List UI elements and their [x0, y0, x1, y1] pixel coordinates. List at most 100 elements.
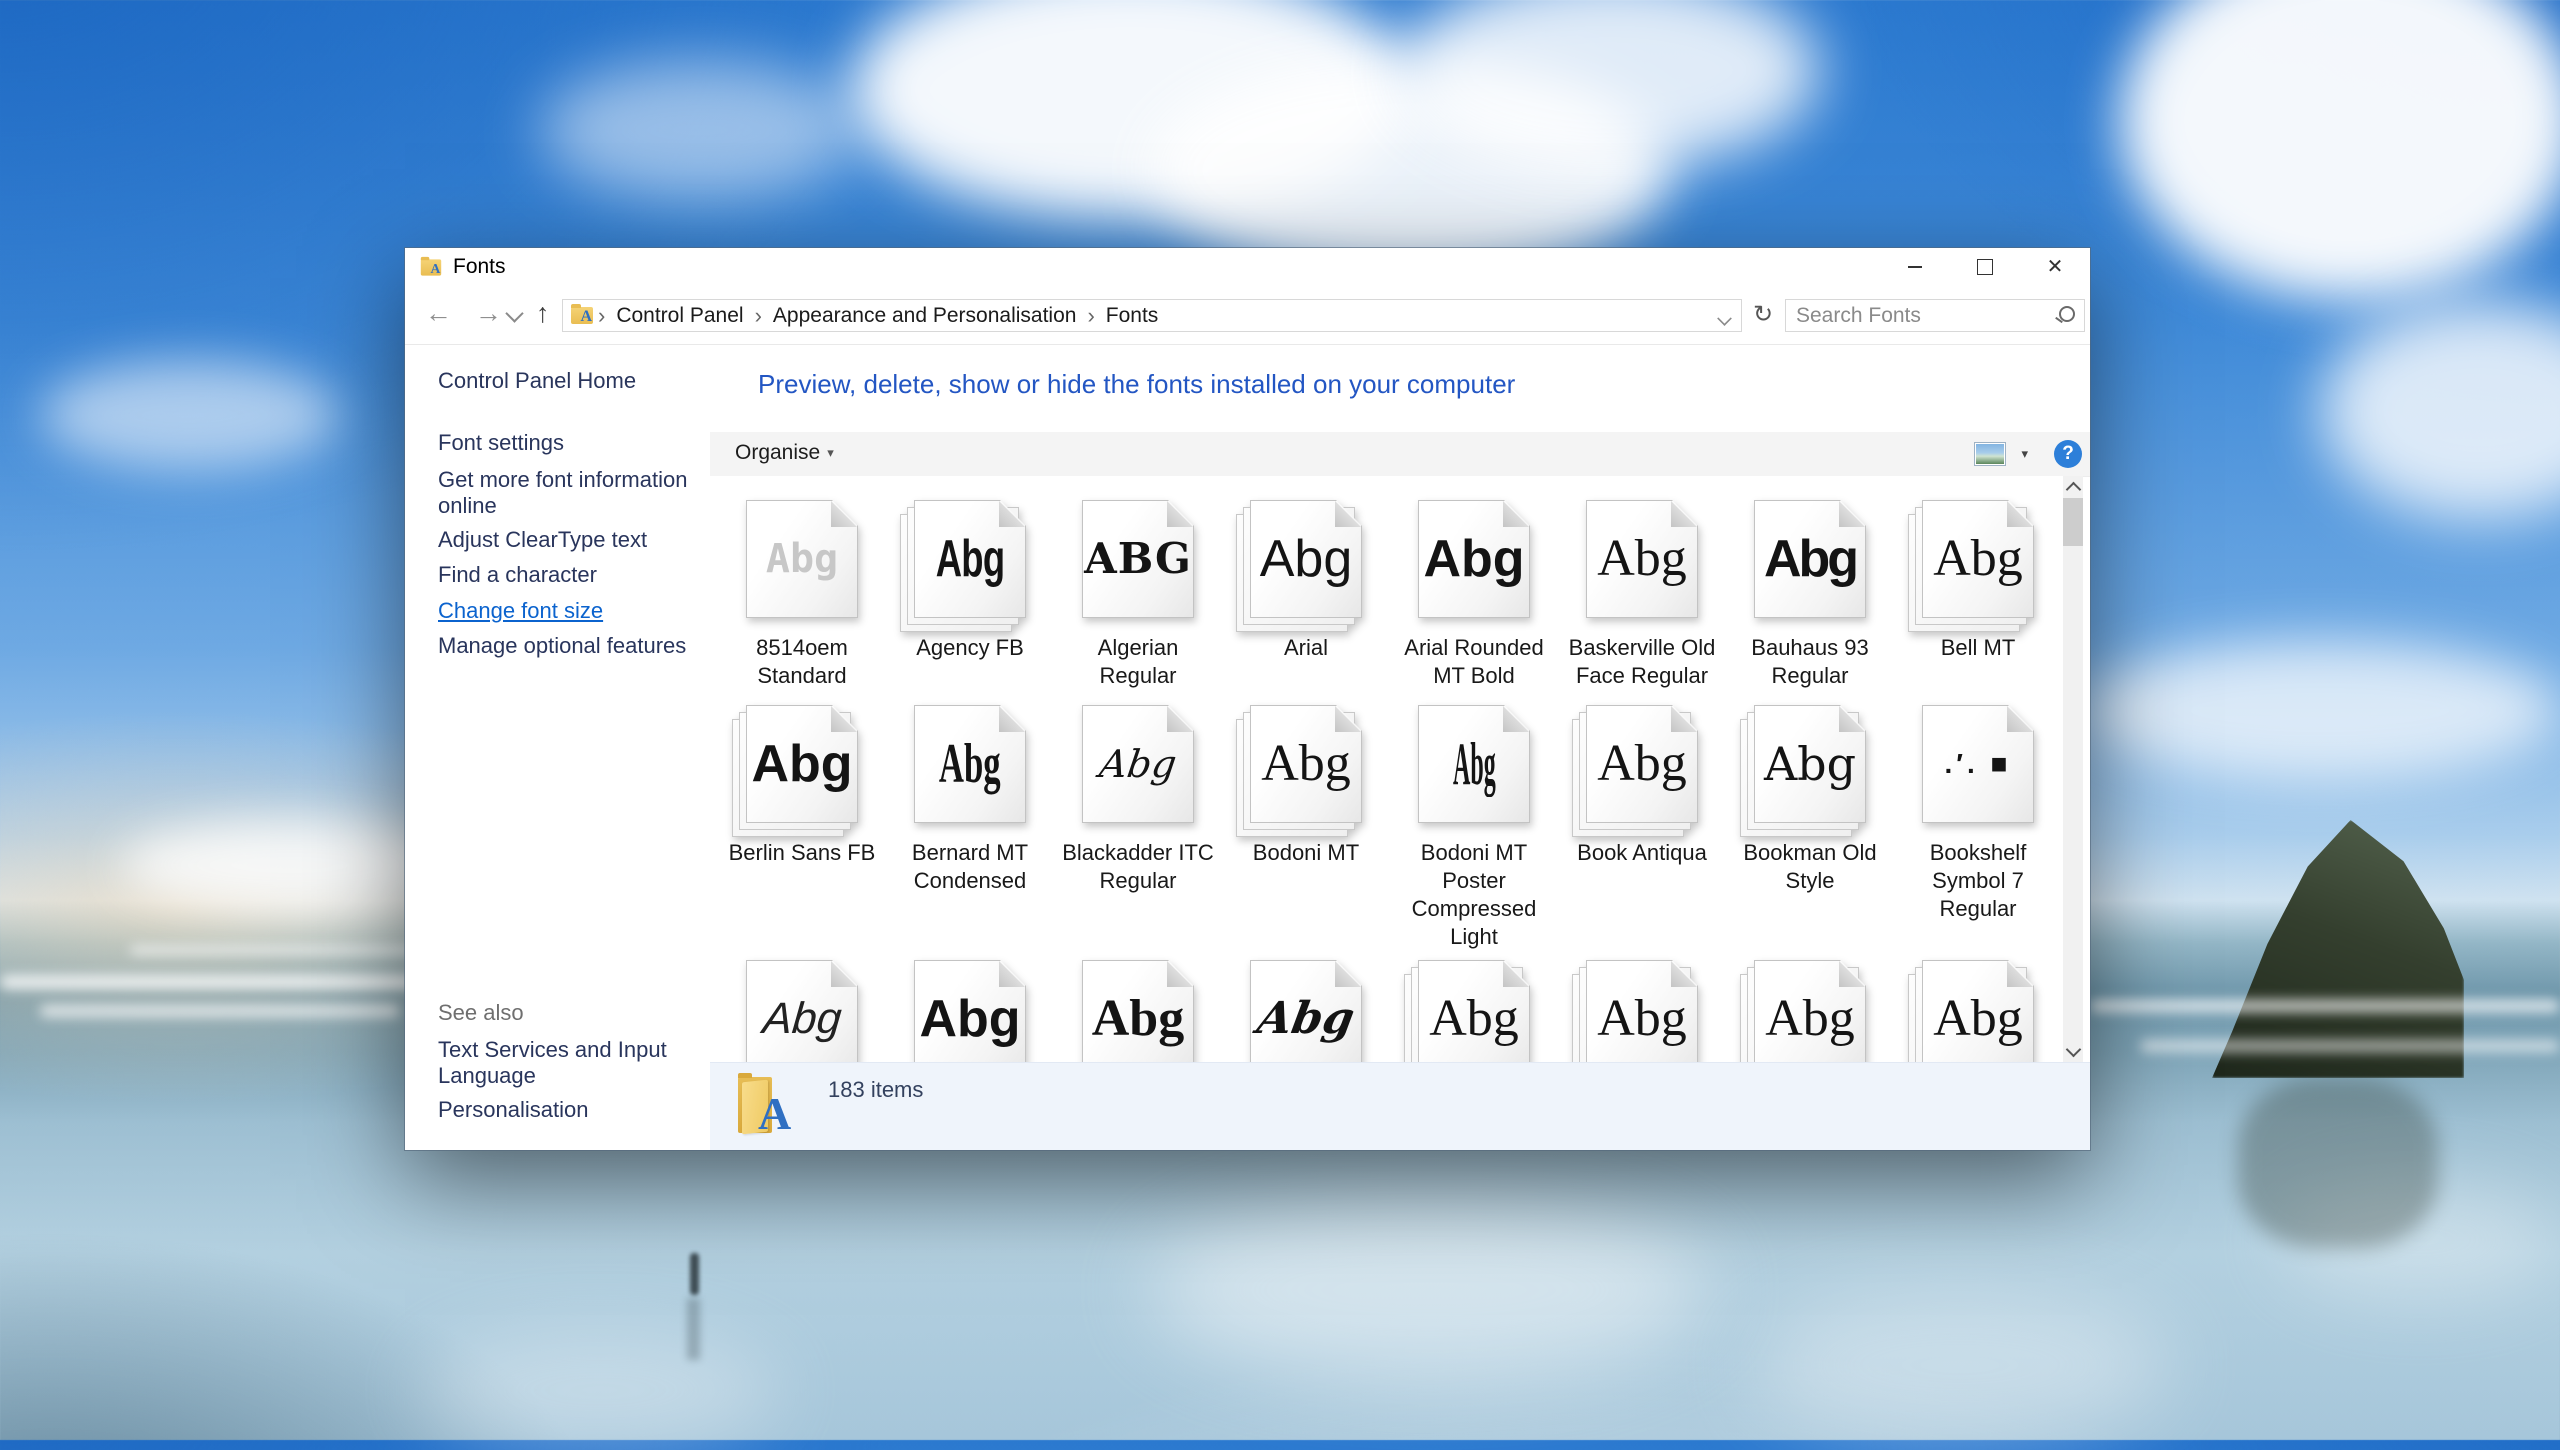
fonts-folder-icon: A [421, 259, 441, 275]
forward-button[interactable]: → [475, 298, 502, 329]
see-also-heading: See also [438, 1000, 696, 1026]
font-item-bernard-mt-condensed[interactable]: AbgBernard MT Condensed [886, 699, 1054, 951]
font-preview-text: Abg [1933, 993, 2023, 1045]
view-options-dropdown[interactable]: ▾ [2021, 446, 2028, 462]
vertical-scrollbar[interactable] [2063, 476, 2083, 1063]
change-view-button[interactable] [1974, 442, 2006, 466]
font-item-bauhaus-93-regular[interactable]: AbgBauhaus 93 Regular [1726, 494, 1894, 690]
page-fold-corner [999, 706, 1025, 732]
font-item-berlin-sans-fb[interactable]: AbgBerlin Sans FB [718, 699, 886, 951]
scroll-up-icon[interactable] [2066, 482, 2082, 498]
recent-pages-dropdown[interactable] [505, 304, 523, 322]
font-page-icon: Abg [1586, 500, 1698, 618]
back-button[interactable]: ← [425, 298, 452, 329]
cloud-reflection [420, 1330, 780, 1450]
sidebar-item-manage-optional-features[interactable]: Manage optional features [438, 633, 696, 659]
refresh-button[interactable]: ↻ [1753, 300, 1773, 329]
font-grid: Abg8514oem StandardAbgAgency FBABGAlgeri… [710, 476, 2063, 1063]
font-item-bodoni-mt-poster-compressed-light[interactable]: AbgBodoni MT Poster Compressed Light [1390, 699, 1558, 951]
font-item-bookman-old-style[interactable]: AbgBookman Old Style [1726, 699, 1894, 951]
up-button[interactable]: ↑ [536, 298, 550, 329]
font-preview-text: Abg [1597, 993, 1687, 1045]
page-fold-corner [1335, 706, 1361, 732]
font-item[interactable]: Abg [886, 954, 1054, 1063]
sidebar-item-adjust-cleartype-text[interactable]: Adjust ClearType text [438, 527, 696, 553]
organise-button[interactable]: Organise▾ [735, 441, 834, 465]
sea-rock-reflection [2238, 1078, 2438, 1248]
search-box [1785, 299, 2085, 332]
search-input[interactable] [1786, 300, 2048, 331]
font-page-icon: Abg [746, 500, 858, 618]
font-preview-text: Abg [1453, 734, 1496, 794]
font-item-8514oem-standard[interactable]: Abg8514oem Standard [718, 494, 886, 690]
font-page-icon: Abg [746, 960, 858, 1063]
scrollbar-thumb[interactable] [2063, 498, 2083, 546]
page-fold-corner [1503, 961, 1529, 987]
sidebar-item-control-panel-home[interactable]: Control Panel Home [438, 368, 696, 394]
fonts-window: A Fonts ✕ ← → ↑ A › Control Panel › Appe… [405, 248, 2090, 1150]
scroll-down-icon[interactable] [2066, 1042, 2082, 1058]
font-item[interactable]: Abg [1390, 954, 1558, 1063]
wave-foam [0, 975, 430, 989]
font-item[interactable]: Abg [1894, 954, 2062, 1063]
font-item-arial[interactable]: Abg Arial [1222, 494, 1390, 690]
font-page-icon: Abg [914, 705, 1026, 823]
sidebar-item-personalisation[interactable]: Personalisation [438, 1097, 696, 1123]
font-item-blackadder-itc-regular[interactable]: AbgBlackadder ITC Regular [1054, 699, 1222, 951]
cloud [2320, 300, 2560, 520]
help-button[interactable]: ? [2054, 440, 2082, 468]
font-preview-text: Abg [1260, 533, 1353, 585]
font-item-baskerville-old-face-regular[interactable]: AbgBaskerville Old Face Regular [1558, 494, 1726, 690]
breadcrumb-appearance-personalisation[interactable]: Appearance and Personalisation [773, 304, 1077, 328]
close-button[interactable]: ✕ [2020, 248, 2090, 286]
maximize-button[interactable] [1950, 248, 2020, 286]
font-item-book-antiqua[interactable]: AbgBook Antiqua [1558, 699, 1726, 951]
window-title: Fonts [453, 255, 506, 279]
font-page-icon: Abg [1754, 500, 1866, 618]
search-icon[interactable] [2059, 306, 2075, 322]
font-preview-text: Abg [1933, 533, 2023, 585]
font-family-stack-icon: Abg [1418, 960, 1530, 1063]
sidebar-item-font-settings[interactable]: Font settings [438, 430, 696, 456]
font-preview-text: Abg [1254, 997, 1357, 1041]
breadcrumb-fonts[interactable]: Fonts [1106, 304, 1159, 328]
address-dropdown[interactable] [1717, 311, 1732, 326]
font-item[interactable]: Abg [1054, 954, 1222, 1063]
font-page-icon: Abg [1418, 705, 1530, 823]
font-page-icon: Abg [1418, 500, 1530, 618]
sidebar-item-text-services-and-input-language[interactable]: Text Services and Input Language [438, 1037, 696, 1089]
font-item-label: Arial [1284, 634, 1328, 662]
minimize-button[interactable] [1880, 248, 1950, 286]
font-item-bell-mt[interactable]: AbgBell MT [1894, 494, 2062, 690]
wave-foam [130, 945, 430, 955]
desktop: { "window": { "title": "Fonts", "icons":… [0, 0, 2560, 1440]
main-panel: Preview, delete, show or hide the fonts … [710, 345, 2090, 1150]
font-item[interactable]: Abg [1558, 954, 1726, 1063]
font-item-agency-fb[interactable]: AbgAgency FB [886, 494, 1054, 690]
sidebar-item-find-a-character[interactable]: Find a character [438, 562, 696, 588]
font-preview-text: Abg [1261, 738, 1351, 790]
cloud [1150, 60, 1670, 280]
sea-rock [2212, 820, 2464, 1078]
sidebar-item-get-more-font-information-online[interactable]: Get more font information online [438, 467, 696, 519]
cloud-reflection [1750, 1290, 2170, 1440]
cloud [40, 360, 340, 470]
page-fold-corner [831, 706, 857, 732]
font-item-bodoni-mt[interactable]: AbgBodoni MT [1222, 699, 1390, 951]
font-item-algerian-regular[interactable]: ABGAlgerian Regular [1054, 494, 1222, 690]
font-item[interactable]: Abg [1726, 954, 1894, 1063]
font-item-arial-rounded-mt-bold[interactable]: AbgArial Rounded MT Bold [1390, 494, 1558, 690]
font-item[interactable]: Abg [718, 954, 886, 1063]
font-preview-text: Abg [939, 736, 1001, 792]
font-item[interactable]: Abg [1222, 954, 1390, 1063]
font-preview-text: Abg [1097, 745, 1178, 783]
page-fold-corner [1671, 706, 1697, 732]
breadcrumb-control-panel[interactable]: Control Panel [616, 304, 743, 328]
chevron-down-icon: ▾ [827, 445, 834, 460]
page-fold-corner [1335, 961, 1361, 987]
page-fold-corner [1839, 961, 1865, 987]
page-fold-corner [999, 961, 1025, 987]
font-item-label: Bookshelf Symbol 7 Regular [1899, 839, 2057, 923]
sidebar-item-change-font-size[interactable]: Change font size [438, 598, 696, 624]
font-item-bookshelf-symbol-7-regular[interactable]: .′. ■Bookshelf Symbol 7 Regular [1894, 699, 2062, 951]
